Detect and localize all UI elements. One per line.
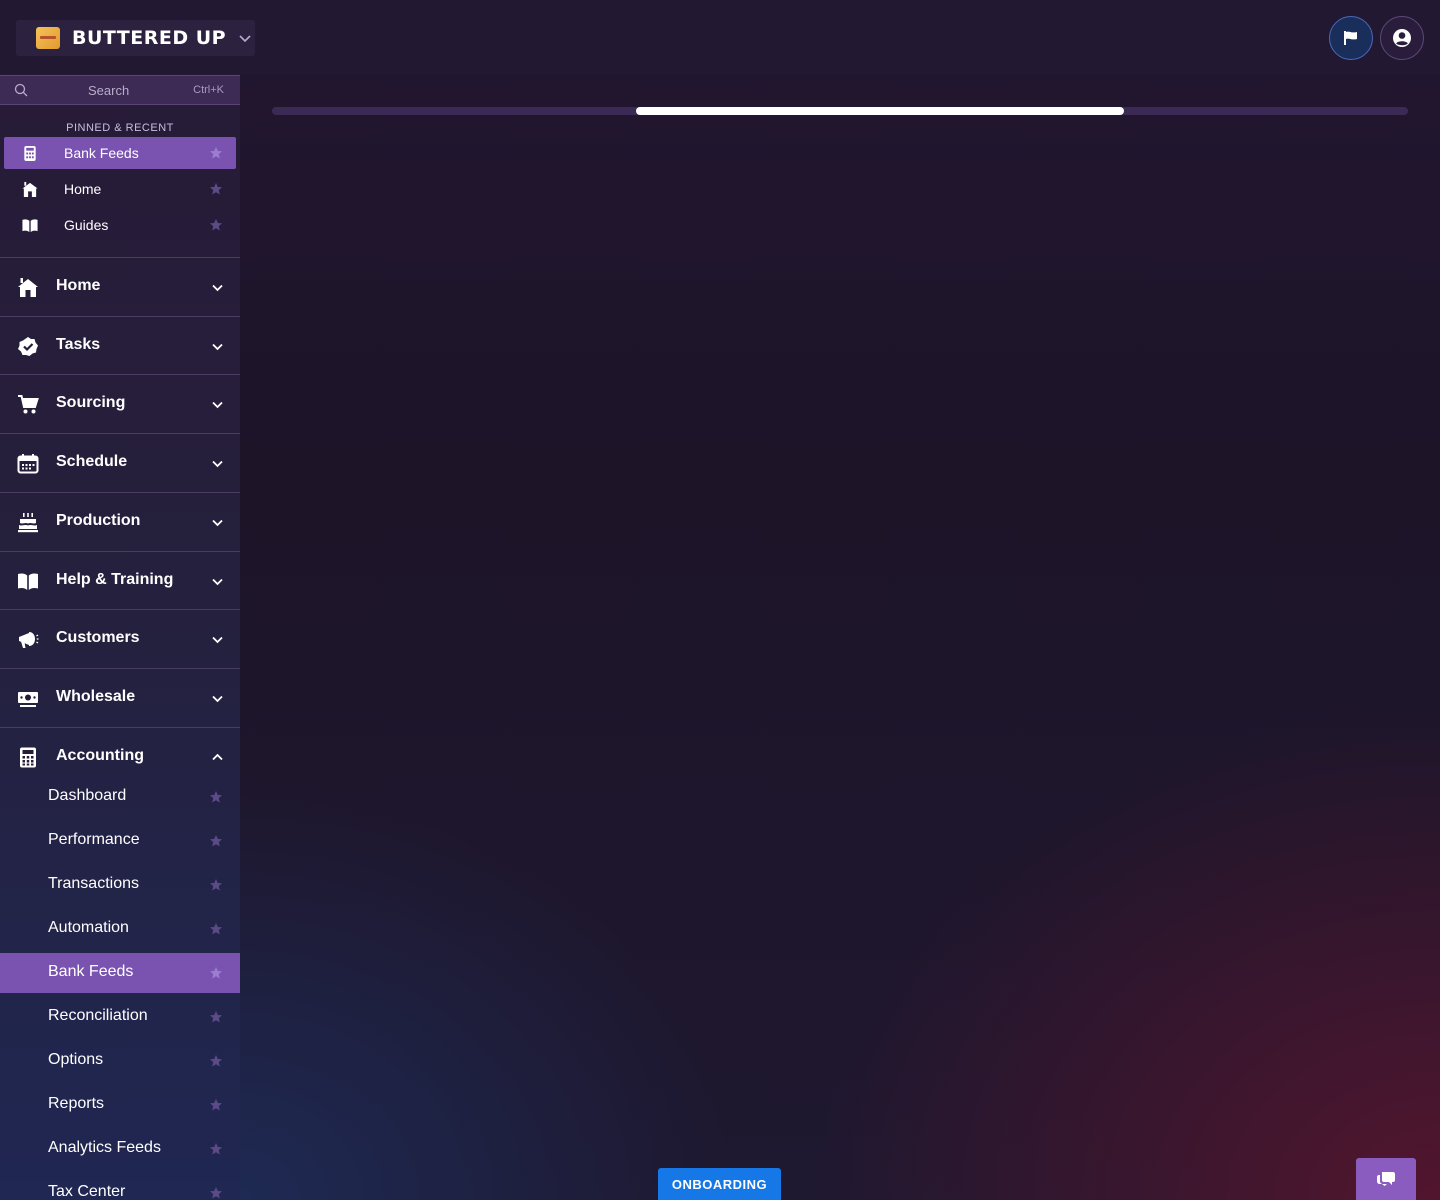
user-menu-button[interactable] [1380,16,1424,60]
accounting-item-label: Options [48,1051,104,1068]
star-icon[interactable] [209,218,223,232]
nav-section-label: Accounting [56,747,144,764]
accounting-item-performance[interactable]: Performance [0,821,240,861]
home-icon [22,181,38,198]
search-icon [14,83,28,97]
chevron-down-icon [212,460,223,468]
star-icon[interactable] [209,834,223,848]
nav-section-help-training[interactable]: Help & Training [0,551,240,610]
star-icon[interactable] [209,922,223,936]
calendar-icon [17,454,39,474]
accounting-item-label: Analytics Feeds [48,1139,161,1156]
money-icon [18,692,38,707]
accounting-item-label: Tax Center [48,1183,126,1200]
star-icon[interactable] [209,1186,223,1200]
star-icon[interactable] [209,1142,223,1156]
cake-icon [18,513,38,533]
loading-progress-indicator [635,107,1124,115]
accounting-item-label: Reconciliation [48,1007,148,1024]
brand-name: BUTTERED UP [72,27,227,49]
pinned-item-label: Home [64,181,102,197]
chevron-down-icon [212,343,223,351]
accounting-item-analytics-feeds[interactable]: Analytics Feeds [0,1129,240,1169]
brand-switcher[interactable]: BUTTERED UP [16,20,255,56]
chevron-down-icon [212,284,223,292]
nav-section-schedule[interactable]: Schedule [0,433,240,492]
top-bar: BUTTERED UP [0,0,1440,75]
pinned-item-bank-feeds[interactable]: Bank Feeds [4,137,236,169]
pinned-recent-heading: PINNED & RECENT [66,122,174,134]
pinned-item-label: Guides [64,217,109,233]
calculator-icon [24,145,36,162]
nav-section-label: Production [56,512,141,529]
star-icon[interactable] [209,1010,223,1024]
chevron-up-icon [212,753,223,761]
star-icon[interactable] [209,966,223,980]
home-icon [18,278,38,297]
book-icon [18,573,38,590]
accounting-item-bank-feeds[interactable]: Bank Feeds [0,953,240,993]
user-circle-icon [1393,29,1411,47]
chevron-down-icon [212,578,223,586]
accounting-item-transactions[interactable]: Transactions [0,865,240,905]
accounting-item-reconciliation[interactable]: Reconciliation [0,997,240,1037]
chevron-down-icon [212,695,223,703]
accounting-item-label: Dashboard [48,787,127,804]
search-placeholder: Search [88,82,130,98]
accounting-item-tax-center[interactable]: Tax Center [0,1173,240,1200]
nav-section-label: Sourcing [56,394,126,411]
nav-section-label: Wholesale [56,688,136,705]
accounting-item-label: Reports [48,1095,105,1112]
pinned-item-home[interactable]: Home [4,173,236,205]
accounting-item-label: Performance [48,831,140,848]
nav-section-label: Schedule [56,453,128,470]
chevron-down-icon [239,35,251,43]
accounting-item-label: Bank Feeds [48,963,134,980]
chevron-down-icon [212,636,223,644]
star-icon[interactable] [209,1054,223,1068]
pinned-item-guides[interactable]: Guides [4,209,236,241]
nav-section-customers[interactable]: Customers [0,609,240,668]
chat-button[interactable] [1356,1158,1416,1200]
star-icon[interactable] [209,790,223,804]
check-badge-icon [18,337,38,356]
nav-section-home[interactable]: Home [0,257,240,316]
nav-section-label: Help & Training [56,571,174,588]
chevron-down-icon [212,519,223,527]
chevron-down-icon [212,401,223,409]
chat-bubbles-icon [1377,1172,1395,1186]
brand-logo [36,27,60,49]
nav-section-sourcing[interactable]: Sourcing [0,374,240,433]
loading-progress-bar [272,107,1408,115]
accounting-item-label: Automation [48,919,129,936]
megaphone-icon [19,632,39,648]
pinned-item-label: Bank Feeds [64,145,139,161]
sidebar: Search Ctrl+K PINNED & RECENT Bank Feeds… [0,75,240,1200]
cart-icon [18,395,39,414]
star-icon[interactable] [209,1098,223,1112]
nav-section-wholesale[interactable]: Wholesale [0,668,240,727]
nav-section-label: Customers [56,629,140,646]
search-shortcut-hint: Ctrl+K [193,84,224,96]
accounting-item-automation[interactable]: Automation [0,909,240,949]
calculator-icon [20,747,36,768]
nav-section-label: Home [56,277,101,294]
book-icon [22,219,38,233]
onboarding-button[interactable]: ONBOARDING [658,1168,781,1200]
accounting-item-label: Transactions [48,875,139,892]
nav-section-tasks[interactable]: Tasks [0,316,240,375]
search-box[interactable]: Search Ctrl+K [0,75,240,105]
star-icon[interactable] [209,146,223,160]
star-icon[interactable] [209,878,223,892]
flag-button[interactable] [1329,16,1373,60]
nav-section-label: Tasks [56,336,101,353]
flag-icon [1344,31,1357,45]
nav-section-production[interactable]: Production [0,492,240,551]
accounting-item-reports[interactable]: Reports [0,1085,240,1125]
accounting-item-options[interactable]: Options [0,1041,240,1081]
star-icon[interactable] [209,182,223,196]
accounting-item-dashboard[interactable]: Dashboard [0,777,240,817]
